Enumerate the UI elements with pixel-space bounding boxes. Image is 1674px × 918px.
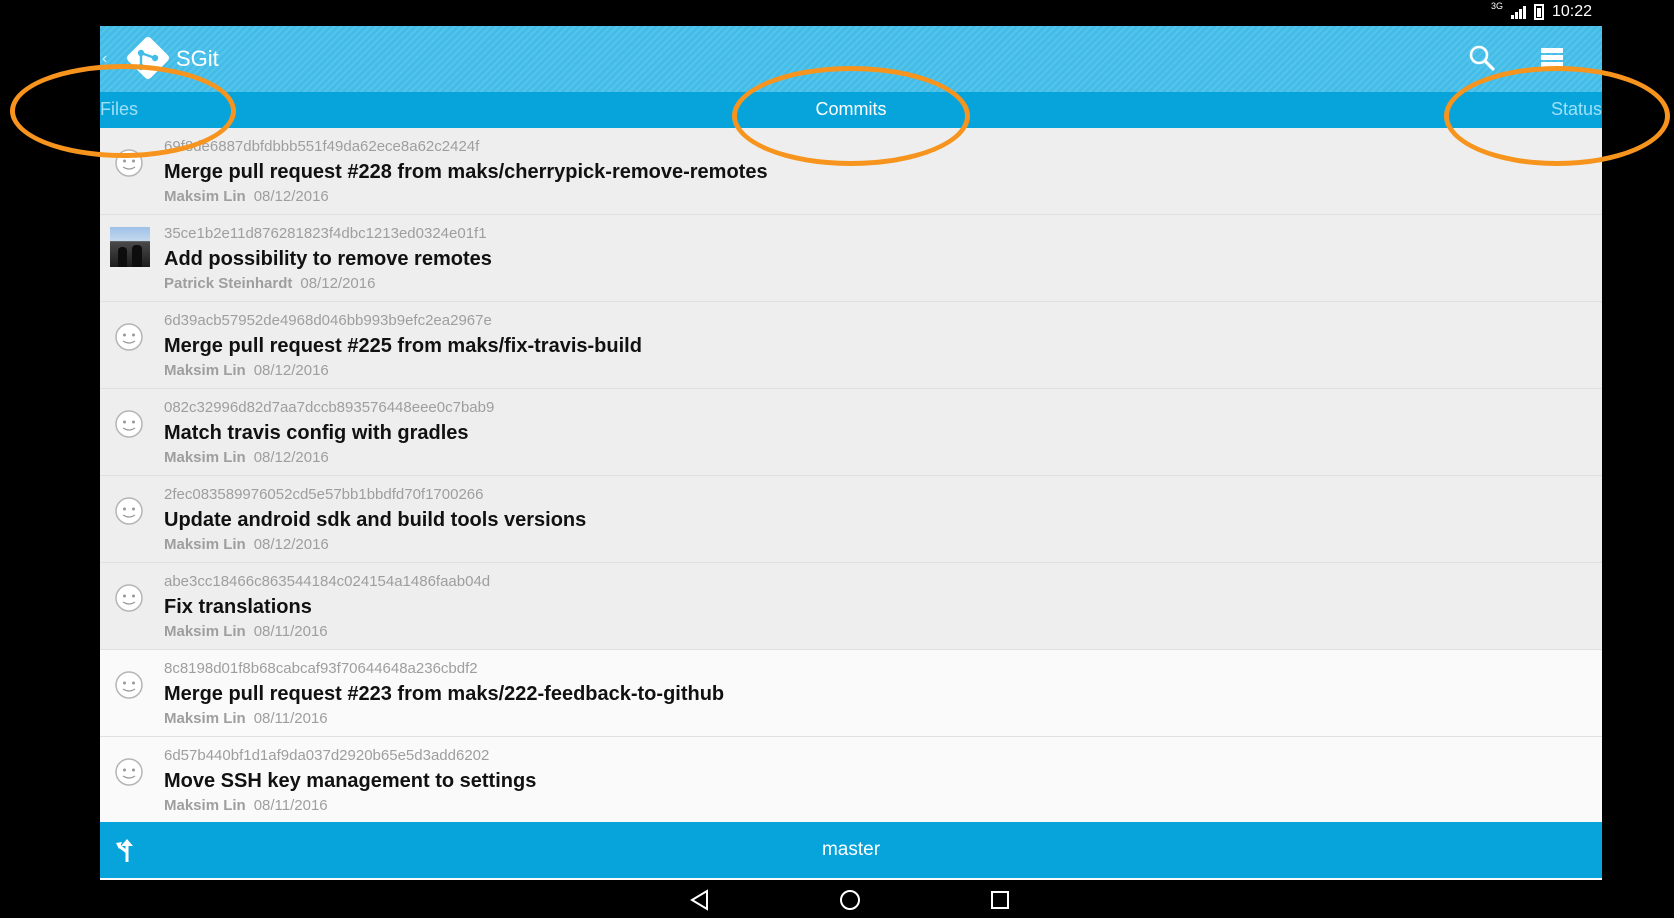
commit-list[interactable]: 69f8de6887dbfdbbb551f49da62ece8a62c2424f… bbox=[100, 128, 1602, 848]
commit-row[interactable]: 6d39acb57952de4968d046bb993b9efc2ea2967e… bbox=[100, 302, 1602, 389]
commit-meta: Maksim Lin 08/12/2016 bbox=[164, 536, 329, 553]
search-icon[interactable] bbox=[1466, 42, 1498, 74]
status-icons: 3G 10:22 bbox=[1490, 1, 1592, 21]
commit-date: 08/11/2016 bbox=[253, 710, 328, 727]
commit-author: Maksim Lin bbox=[164, 449, 246, 466]
battery-icon bbox=[1533, 4, 1544, 20]
home-icon[interactable] bbox=[836, 886, 864, 914]
commit-meta: Maksim Lin 08/11/2016 bbox=[164, 623, 328, 640]
commit-message: Update android sdk and build tools versi… bbox=[164, 509, 587, 531]
commit-row[interactable]: 8c8198d01f8b68cabcaf93f70644648a236cbdf2… bbox=[100, 650, 1602, 737]
default-avatar-icon bbox=[115, 410, 143, 438]
annotation-ellipse-commits bbox=[732, 66, 970, 166]
commit-author: Maksim Lin bbox=[164, 362, 246, 379]
commit-date: 08/12/2016 bbox=[300, 275, 376, 292]
clock: 10:22 bbox=[1551, 3, 1592, 20]
commit-meta: Maksim Lin 08/11/2016 bbox=[164, 710, 328, 727]
branch-name-container: master bbox=[100, 839, 1602, 861]
commit-author: Maksim Lin bbox=[164, 188, 246, 205]
annotation-ellipse-status bbox=[1444, 66, 1670, 166]
commit-author: Maksim Lin bbox=[164, 536, 246, 553]
commit-row[interactable]: 2fec083589976052cd5e57bb1bbdfd70f1700266… bbox=[100, 476, 1602, 563]
commit-sha: 6d57b440bf1d1af9da037d2920b65e5d3add6202 bbox=[164, 747, 490, 764]
back-icon[interactable] bbox=[686, 886, 714, 914]
commit-meta: Maksim Lin 08/12/2016 bbox=[164, 362, 329, 379]
avatar bbox=[110, 227, 150, 267]
commit-message: Add possibility to remove remotes bbox=[164, 248, 492, 270]
commit-meta: Maksim Lin 08/12/2016 bbox=[164, 188, 329, 205]
commit-row[interactable]: abe3cc18466c863544184c024154a1486faab04d… bbox=[100, 563, 1602, 650]
default-avatar-icon bbox=[115, 758, 143, 786]
commit-message: Move SSH key management to settings bbox=[164, 770, 537, 792]
commit-author: Maksim Lin bbox=[164, 623, 246, 640]
default-avatar-icon bbox=[115, 584, 143, 612]
commit-meta: Patrick Steinhardt 08/12/2016 bbox=[164, 275, 375, 292]
commit-sha: 082c32996d82d7aa7dccb893576448eee0c7bab9 bbox=[164, 399, 495, 416]
system-status-bar: 3G 10:22 bbox=[0, 0, 1674, 26]
commit-row[interactable]: 082c32996d82d7aa7dccb893576448eee0c7bab9… bbox=[100, 389, 1602, 476]
commit-author: Patrick Steinhardt bbox=[164, 275, 293, 292]
commit-author: Maksim Lin bbox=[164, 710, 246, 727]
commit-date: 08/11/2016 bbox=[253, 797, 328, 814]
commit-message: Merge pull request #223 from maks/222-fe… bbox=[164, 683, 725, 705]
default-avatar-icon bbox=[115, 671, 143, 699]
commit-date: 08/12/2016 bbox=[253, 536, 329, 553]
commit-message: Merge pull request #228 from maks/cherry… bbox=[164, 161, 768, 183]
default-avatar-icon bbox=[115, 497, 143, 525]
commit-sha: 6d39acb57952de4968d046bb993b9efc2ea2967e bbox=[164, 312, 492, 329]
commit-meta: Maksim Lin 08/11/2016 bbox=[164, 797, 328, 814]
commit-date: 08/12/2016 bbox=[253, 188, 329, 205]
commit-sha: 8c8198d01f8b68cabcaf93f70644648a236cbdf2 bbox=[164, 660, 478, 677]
commit-message: Fix translations bbox=[164, 596, 312, 618]
commit-date: 08/11/2016 bbox=[253, 623, 328, 640]
commit-sha: abe3cc18466c863544184c024154a1486faab04d bbox=[164, 573, 491, 590]
commit-row[interactable]: 35ce1b2e11d876281823f4dbc1213ed0324e01f1… bbox=[100, 215, 1602, 302]
default-avatar-icon bbox=[115, 323, 143, 351]
branch-icon[interactable] bbox=[114, 838, 138, 864]
commit-author: Maksim Lin bbox=[164, 797, 246, 814]
navigation-bar bbox=[0, 880, 1674, 918]
commit-message: Match travis config with gradles bbox=[164, 422, 469, 444]
commit-date: 08/12/2016 bbox=[253, 362, 329, 379]
commit-meta: Maksim Lin 08/12/2016 bbox=[164, 449, 329, 466]
commit-sha: 69f8de6887dbfdbbb551f49da62ece8a62c2424f bbox=[164, 138, 480, 155]
current-branch[interactable]: master bbox=[822, 839, 880, 860]
commit-row[interactable]: 6d57b440bf1d1af9da037d2920b65e5d3add6202… bbox=[100, 737, 1602, 824]
signal-icon bbox=[1510, 5, 1526, 19]
commit-sha: 35ce1b2e11d876281823f4dbc1213ed0324e01f1 bbox=[164, 225, 487, 242]
recents-icon[interactable] bbox=[986, 886, 1014, 914]
commit-message: Merge pull request #225 from maks/fix-tr… bbox=[164, 335, 642, 357]
annotation-ellipse-files bbox=[10, 64, 236, 158]
branch-bar: master bbox=[100, 822, 1602, 878]
app-title: SGit bbox=[176, 46, 219, 71]
commit-sha: 2fec083589976052cd5e57bb1bbdfd70f1700266 bbox=[164, 486, 484, 503]
network-type: 3G bbox=[1490, 1, 1503, 11]
commit-date: 08/12/2016 bbox=[253, 449, 329, 466]
